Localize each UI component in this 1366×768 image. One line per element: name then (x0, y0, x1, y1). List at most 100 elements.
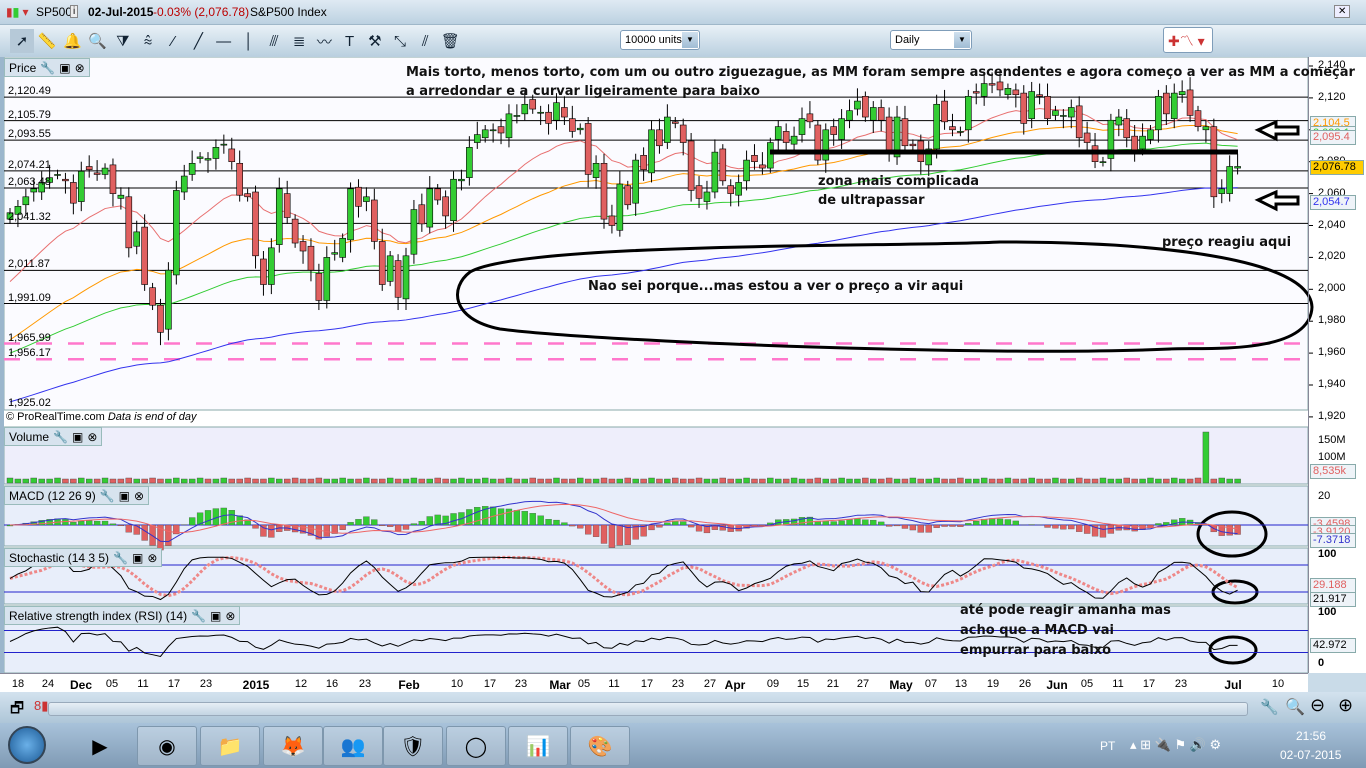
volume-bar (569, 478, 576, 484)
units-select[interactable]: 10000 units ▼ (620, 30, 700, 50)
close-window-icon[interactable]: ✕ (1334, 5, 1351, 18)
wrench-icon[interactable]: 🔧 (40, 61, 55, 75)
candle (774, 126, 782, 140)
window-icon[interactable]: ▣ (119, 489, 130, 503)
chart-type-icon[interactable]: 8▮ (34, 698, 48, 714)
fibonacci-icon[interactable]: ≣ (287, 29, 311, 53)
auto-zoom-icon[interactable]: 🔍 (1285, 697, 1305, 717)
volume-bar (291, 477, 299, 484)
start-button[interactable] (8, 726, 46, 764)
firefox-icon[interactable]: 🦊 (263, 726, 323, 766)
macd-histogram-bar (387, 524, 394, 527)
volume-bar (640, 478, 647, 484)
volume-bar (1171, 477, 1178, 484)
close-panel-icon[interactable]: ⊗ (147, 551, 157, 565)
trend-icon[interactable]: 〰 (312, 29, 336, 53)
tray-icons[interactable]: ▴ ⊞ 🔌 ⚑ 🔊 ⚙ (1130, 737, 1221, 753)
wrench-icon[interactable]: 🔧 (191, 609, 206, 623)
zoom-magnifier-icon[interactable]: 🔍 (86, 29, 110, 53)
chart-area[interactable]: Price 🔧 ▣ ⊗ Mais torto, menos torto, com um… (0, 57, 1366, 673)
candle (1004, 88, 1012, 96)
language-indicator[interactable]: PT (1100, 739, 1115, 753)
candle (1020, 92, 1028, 124)
channel-icon[interactable]: ⩯ (136, 29, 160, 53)
window-icon[interactable]: ▣ (132, 551, 143, 565)
vertical-line-icon[interactable]: │ (237, 29, 261, 53)
triangle-pattern-icon[interactable]: ⧩ (111, 29, 135, 53)
export-icon[interactable]: 🗗 (10, 698, 24, 723)
indicators-button[interactable]: ✚〽 ▾ (1163, 27, 1213, 53)
close-panel-icon[interactable]: ⊗ (134, 489, 144, 503)
volume-bar (394, 478, 402, 484)
volume-bar (284, 478, 291, 484)
macd-histogram-bar (838, 520, 845, 526)
candle (727, 185, 735, 194)
zoom-in-icon[interactable]: ⊕ (1338, 695, 1353, 716)
close-panel-icon[interactable]: ⊗ (75, 61, 85, 75)
messenger-icon[interactable]: 👥 (323, 726, 383, 766)
symbol[interactable]: SP500 (36, 5, 72, 19)
alarm-bell-icon[interactable]: 🔔 (60, 29, 84, 53)
level-label: 2,011.87 (8, 258, 51, 271)
candle (101, 167, 109, 175)
macd-histogram-bar (1099, 524, 1107, 538)
date-axis[interactable]: 18 24 Dec 05 11 17 23 2015 12 16 23 Feb 10 17 23 Mar 05 1… (0, 673, 1308, 692)
period-select[interactable]: Daily ▼ (890, 30, 972, 50)
trash-icon[interactable]: 🗑 (438, 29, 462, 53)
app-circle-icon[interactable]: ◯ (446, 726, 506, 766)
parallel-line-icon[interactable]: ⫽ (413, 29, 437, 53)
volume-bar (885, 477, 893, 484)
mcafee-icon[interactable]: 🛡 (383, 726, 443, 766)
volume-bar (917, 478, 924, 484)
candlestick-icon[interactable]: ▮▮ ▾ (6, 5, 29, 19)
wrench-icon[interactable]: 🔧 (100, 489, 115, 503)
media-player-icon[interactable]: ▶ (70, 726, 130, 766)
segment-icon[interactable]: ⁄ (161, 29, 185, 53)
macd-histogram-bar (394, 524, 402, 532)
wrench-chart-icon[interactable]: 🔧 (1260, 698, 1279, 716)
prorealtime-icon[interactable]: 📊 (508, 726, 568, 766)
annotation-rsi-3: empurrar para baixo (960, 643, 1112, 658)
volume-bar (505, 477, 513, 484)
arrow-line-icon[interactable]: ⤡ (388, 29, 412, 53)
date-label: 11 (1112, 678, 1124, 690)
volume-bar (14, 478, 22, 484)
wrench-icon[interactable]: 🔧 (53, 430, 68, 444)
window-icon[interactable]: ▣ (59, 61, 70, 75)
paint-icon[interactable]: 🎨 (570, 726, 630, 766)
horizontal-line-icon[interactable]: — (212, 29, 236, 53)
candle (363, 196, 370, 202)
volume-bar (260, 478, 267, 484)
candle (1052, 110, 1059, 116)
macd-histogram-bar (553, 519, 560, 526)
volume-bar (798, 478, 806, 484)
volume-bar (1226, 478, 1233, 484)
wrench-icon[interactable]: 🔧 (113, 551, 128, 565)
fan-icon[interactable]: ⫻ (262, 29, 286, 53)
info-icon[interactable]: i (70, 5, 79, 18)
candle (315, 273, 323, 301)
volume-bar (133, 478, 140, 484)
window-icon[interactable]: ▣ (210, 609, 221, 623)
candle (537, 111, 544, 114)
ruler-icon[interactable]: 📏 (35, 29, 59, 53)
volume-bar (1139, 478, 1146, 484)
chrome-icon[interactable]: ◉ (137, 726, 197, 766)
horizontal-scrollbar[interactable] (48, 702, 1248, 716)
macd-histogram-bar (109, 523, 117, 526)
zoom-out-icon[interactable]: ⊖ (1310, 695, 1325, 716)
line-icon[interactable]: ╱ (186, 29, 210, 53)
date-label: 05 (1080, 678, 1094, 690)
macd-histogram-bar (363, 516, 370, 526)
close-panel-icon[interactable]: ⊗ (87, 430, 97, 444)
pointer-icon[interactable]: ➚ (10, 29, 34, 53)
volume-bar (46, 478, 53, 484)
text-icon[interactable]: T (338, 29, 362, 53)
close-panel-icon[interactable]: ⊗ (225, 609, 235, 623)
macd-histogram-bar (189, 517, 196, 526)
tools-icon[interactable]: ⚒ (363, 29, 387, 53)
window-icon[interactable]: ▣ (72, 430, 83, 444)
volume-bar (1068, 478, 1075, 484)
axis-label: 20 (1318, 490, 1331, 502)
file-explorer-icon[interactable]: 📁 (200, 726, 260, 766)
